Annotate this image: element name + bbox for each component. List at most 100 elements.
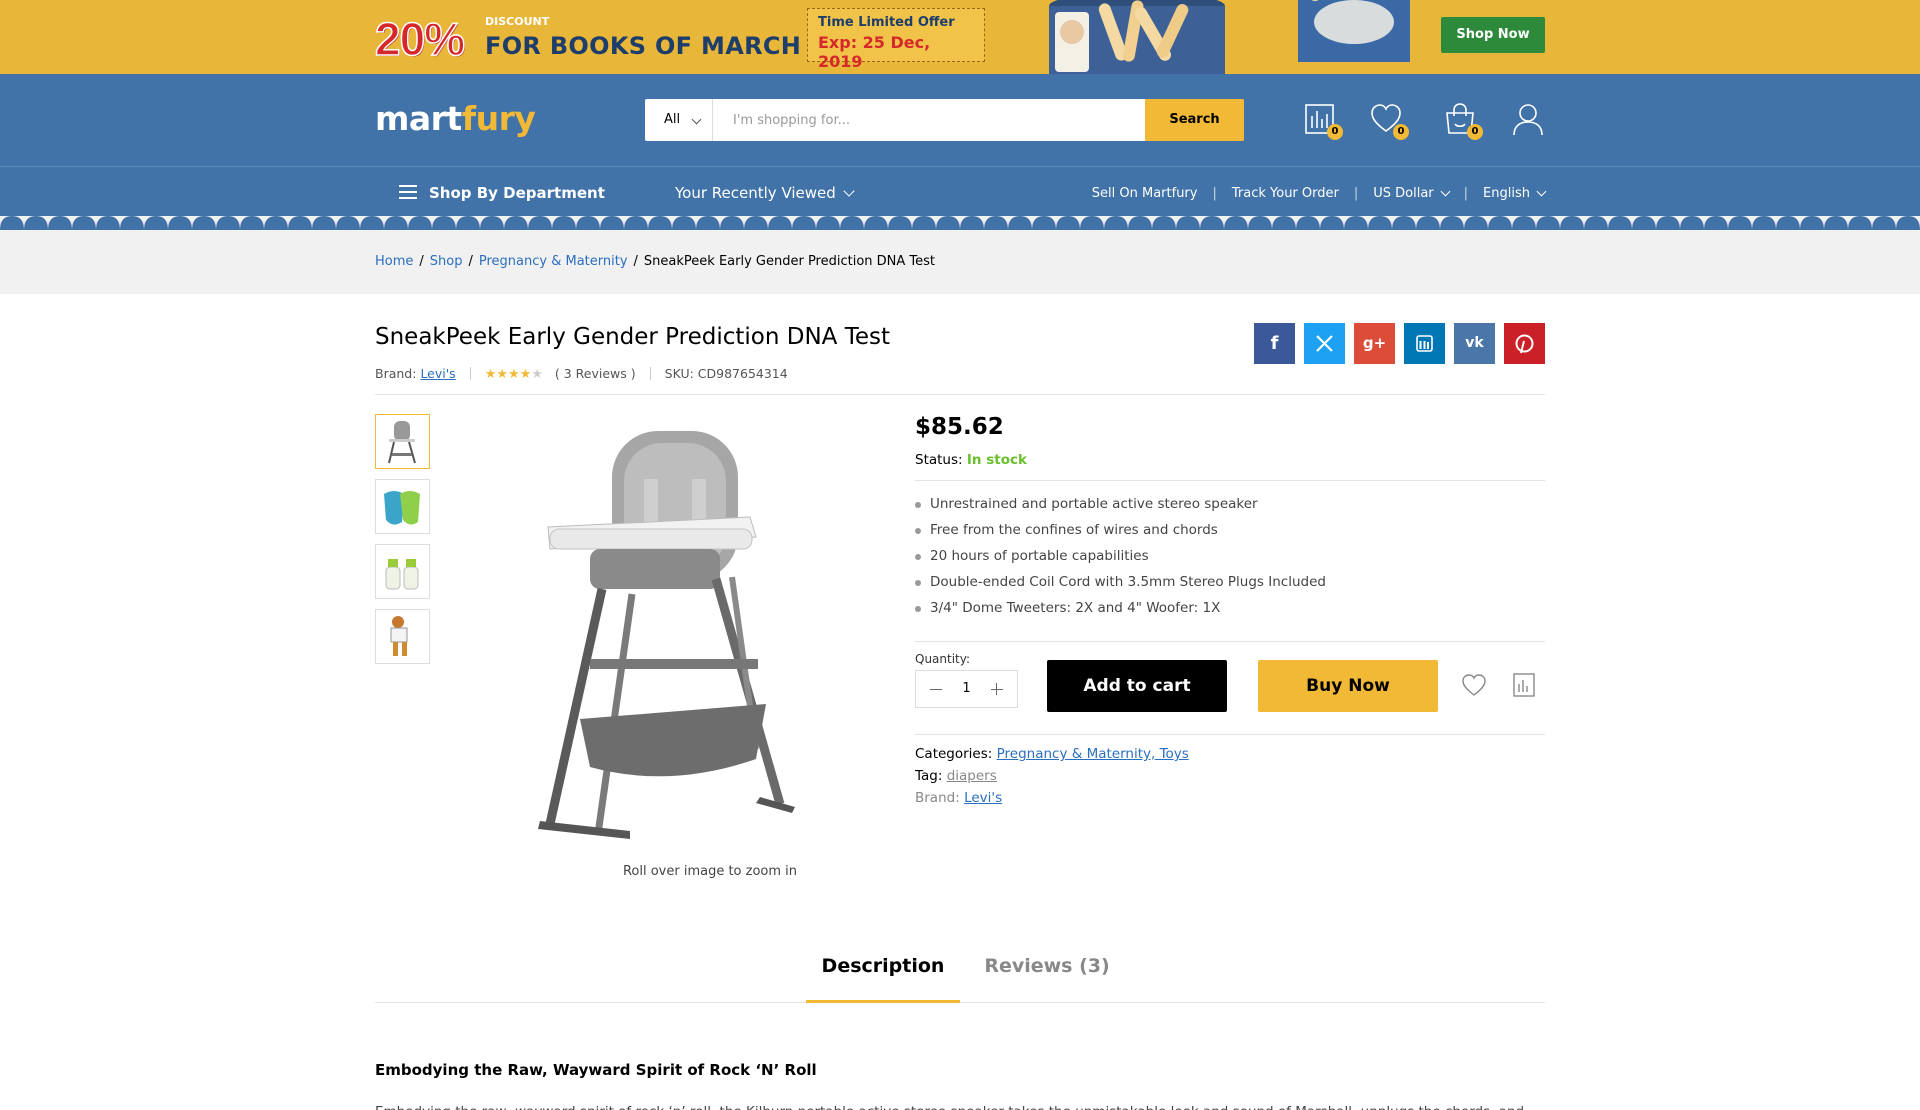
- quantity-label: Quantity:: [915, 652, 971, 666]
- product-main-image[interactable]: [520, 419, 820, 849]
- pinterest-share-button[interactable]: [1504, 323, 1545, 364]
- breadcrumb-separator: /: [468, 254, 473, 269]
- promo-product-image-2: [1298, 0, 1410, 62]
- star-icon: ★: [508, 367, 520, 382]
- track-order-link[interactable]: Track Your Order: [1232, 186, 1339, 201]
- purchase-row: Quantity: 1 Add to cart Buy Now: [915, 642, 1545, 734]
- categories-row: Categories: Pregnancy & Maternity, Toys: [915, 743, 1545, 765]
- star-empty-icon: ★: [531, 367, 543, 382]
- description-heading: Embodying the Raw, Wayward Spirit of Roc…: [375, 1061, 817, 1079]
- product-info: $85.62 Status: In stock Unrestrained and…: [915, 406, 1545, 809]
- brand-label: Brand:: [375, 366, 417, 381]
- product-title: SneakPeek Early Gender Prediction DNA Te…: [375, 324, 891, 350]
- feature-item: Free from the confines of wires and chor…: [915, 517, 1545, 543]
- twitter-share-button[interactable]: [1304, 323, 1345, 364]
- account-icon-link[interactable]: [1511, 102, 1545, 136]
- brand-row-link[interactable]: Levi's: [964, 790, 1002, 806]
- decorative-wave: [0, 216, 1920, 230]
- divider: [649, 367, 651, 380]
- high-chair-thumbnail-image: [388, 421, 416, 464]
- logo-part-1: mart: [375, 99, 462, 138]
- pinterest-icon: [1515, 334, 1534, 354]
- logo-part-2: fury: [461, 99, 536, 138]
- outfit-thumbnail-image: [390, 616, 408, 656]
- product-section: SneakPeek Early Gender Prediction DNA Te…: [375, 294, 1545, 1110]
- recently-viewed-label: Your Recently Viewed: [675, 184, 836, 202]
- bibs-thumbnail-image: [384, 491, 420, 525]
- linkedin-icon: [1416, 335, 1433, 352]
- compare-icon-link[interactable]: 0: [1303, 102, 1343, 140]
- breadcrumb-category[interactable]: Pregnancy & Maternity: [479, 254, 628, 269]
- currency-dropdown[interactable]: US Dollar: [1373, 186, 1451, 201]
- add-to-compare-icon[interactable]: [1511, 672, 1537, 698]
- search-input[interactable]: [713, 99, 1145, 141]
- social-share: f g+ vk: [1245, 323, 1545, 364]
- department-label: Shop By Department: [429, 184, 605, 202]
- feature-item: Unrestrained and portable active stereo …: [915, 491, 1545, 517]
- promo-discount-label: DISCOUNT: [485, 15, 550, 28]
- search-bar: All Search: [645, 99, 1244, 141]
- recently-viewed-dropdown[interactable]: Your Recently Viewed: [675, 184, 855, 202]
- add-to-wishlist-heart-icon[interactable]: [1461, 672, 1487, 698]
- tab-description[interactable]: Description: [806, 949, 960, 1003]
- categories-links[interactable]: Pregnancy & Maternity, Toys: [997, 746, 1189, 762]
- promo-offer-box: Time Limited Offer Exp: 25 Dec, 2019: [807, 8, 985, 71]
- sell-on-martfury-link[interactable]: Sell On Martfury: [1092, 186, 1198, 201]
- thumbnail-high-chair[interactable]: [375, 414, 430, 469]
- tag-link[interactable]: diapers: [947, 768, 997, 784]
- chevron-down-icon: [691, 114, 702, 125]
- product-tabs: Description Reviews (3): [375, 949, 1545, 1003]
- chevron-down-icon: [1536, 186, 1547, 197]
- googleplus-share-button[interactable]: g+: [1354, 323, 1395, 364]
- plus-icon[interactable]: [991, 683, 1003, 695]
- shop-by-department-menu[interactable]: Shop By Department: [399, 184, 605, 202]
- description-text: Embodying the raw, wayward spirit of roc…: [375, 1101, 1545, 1110]
- reviews-count-link[interactable]: ( 3 Reviews ): [555, 366, 636, 381]
- search-button[interactable]: Search: [1145, 99, 1244, 141]
- separator: |: [1463, 186, 1469, 201]
- promo-offer-title: Time Limited Offer: [818, 15, 955, 30]
- breadcrumb-separator: /: [633, 254, 638, 269]
- site-logo[interactable]: martfury: [375, 99, 536, 138]
- buy-now-button[interactable]: Buy Now: [1258, 660, 1438, 712]
- wishlist-icon-link[interactable]: 0: [1369, 102, 1409, 140]
- stock-status: Status: In stock: [915, 452, 1545, 468]
- vk-share-button[interactable]: vk: [1454, 323, 1495, 364]
- promo-banner[interactable]: 20% DISCOUNT FOR BOOKS OF MARCH Time Lim…: [0, 0, 1920, 74]
- thumbnail-bottles[interactable]: [375, 544, 430, 599]
- header-utility-links: Sell On Martfury | Track Your Order | US Dol…: [1092, 186, 1547, 201]
- language-dropdown[interactable]: English: [1483, 186, 1547, 201]
- thumbnail-outfit[interactable]: [375, 609, 430, 664]
- brand-link[interactable]: Levi's: [420, 366, 455, 381]
- chevron-down-icon: [1440, 186, 1451, 197]
- star-icon: ★: [519, 367, 532, 382]
- linkedin-share-button[interactable]: [1404, 323, 1445, 364]
- status-value: In stock: [966, 452, 1027, 468]
- cart-icon-link[interactable]: 0: [1443, 102, 1483, 140]
- facebook-share-button[interactable]: f: [1254, 323, 1295, 364]
- divider: [915, 480, 1545, 481]
- product-thumbnails: [375, 414, 430, 674]
- thumbnail-bibs[interactable]: [375, 479, 430, 534]
- promo-percent: 20%: [374, 12, 466, 66]
- tag-row: Tag: diapers: [915, 765, 1545, 787]
- product-meta: Brand: Levi's ★★★★★ ( 3 Reviews ) SKU: CD9…: [375, 366, 788, 382]
- wishlist-count-badge: 0: [1393, 124, 1409, 140]
- promo-shop-now-button[interactable]: Shop Now: [1441, 17, 1545, 53]
- zoom-hint: Roll over image to zoom in: [622, 864, 798, 879]
- separator: |: [1353, 186, 1359, 201]
- feature-list: Unrestrained and portable active stereo …: [915, 491, 1545, 621]
- separator: |: [1212, 186, 1217, 201]
- star-icon: ★: [484, 367, 497, 382]
- quantity-stepper: 1: [915, 670, 1018, 708]
- add-to-cart-button[interactable]: Add to cart: [1047, 660, 1227, 712]
- promo-offer-expiry: Exp: 25 Dec, 2019: [818, 33, 931, 71]
- breadcrumb-shop[interactable]: Shop: [430, 254, 463, 269]
- feature-item: Double-ended Coil Cord with 3.5mm Stereo…: [915, 569, 1545, 595]
- tab-reviews[interactable]: Reviews (3): [982, 949, 1112, 1003]
- categories-label: Categories:: [915, 746, 993, 762]
- search-category-select[interactable]: All: [645, 99, 713, 141]
- bottles-thumbnail-image: [385, 559, 419, 590]
- breadcrumb-home[interactable]: Home: [375, 254, 413, 269]
- cart-count-badge: 0: [1467, 124, 1483, 140]
